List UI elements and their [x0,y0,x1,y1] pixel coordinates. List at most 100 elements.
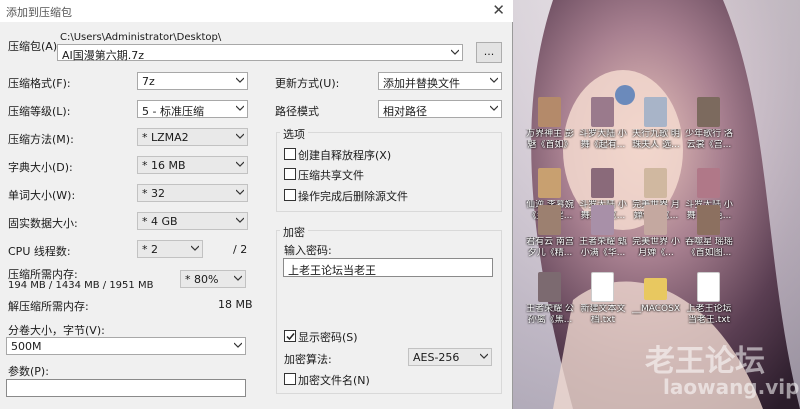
desktop-icon-label: 王者荣耀 甄 [579,237,627,247]
desktop-icon[interactable]: 斗罗大陆 小 舞《起有... [578,97,628,159]
desktop-icon[interactable]: 吞噬星 瑶瑶 《首如图... [684,205,734,267]
file-thumbnail-icon [538,97,561,127]
file-thumbnail-icon [697,97,720,127]
encryption-method-combo[interactable]: AES-256 [408,348,492,366]
desktop-icon-label: 万界神主 彭 [526,129,574,139]
path-mode-label: 路径模式 [275,105,319,118]
dict-value: * 16 MB [142,159,186,172]
option-checkbox-sfx[interactable] [284,148,296,160]
watermark-url: laowang.vip [663,375,800,399]
chevron-down-icon [451,49,459,56]
threads-max: / 2 [233,243,248,256]
dialog-title: 添加到压缩包 [6,6,72,19]
desktop-icon-label: 档.txt [590,315,616,325]
chevron-down-icon [490,77,498,84]
desktop-icon-label: 珠夫人 选... [632,140,680,150]
threads-combo[interactable]: * 2 [137,240,203,258]
decomp-memory-label: 解压缩所需内存: [8,300,89,313]
memory-percent-combo[interactable]: * 80% [180,270,246,288]
update-mode-combo[interactable]: 添加并替换文件 [378,72,502,90]
level-combo[interactable]: 5 - 标准压缩 [137,100,248,118]
file-thumbnail-icon [697,205,720,235]
desktop-icon[interactable]: 王者荣耀 甄 小满《华... [578,205,628,267]
encrypt-names-checkbox[interactable] [284,373,296,385]
desktop-icon[interactable]: 万界神主 彭 魅《首如》 [525,97,575,159]
title-bar: 添加到压缩包 ✕ [0,0,513,22]
chevron-down-icon [236,217,244,224]
method-label: 压缩方法(M): [8,133,74,146]
solid-value: * 4 GB [142,215,178,228]
password-value: 上老王论坛当老王 [288,264,376,277]
desktop-icon-label: 上老王论坛 [686,304,732,314]
desktop-icon-label: 斗罗大陆 小 [579,129,627,139]
dict-combo[interactable]: * 16 MB [137,156,248,174]
level-value: 5 - 标准压缩 [142,105,204,118]
file-thumbnail-icon [538,205,561,235]
chevron-down-icon [480,353,488,360]
desktop-icon[interactable]: 天行九歌 明 珠夫人 选... [631,97,681,159]
option-label-sfx: 创建自释放程序(X) [298,149,392,162]
method-combo[interactable]: * LZMA2 [137,128,248,146]
method-value: * LZMA2 [142,131,189,144]
memory-values: 194 MB / 1434 MB / 1951 MB [8,280,154,291]
text-file-icon [697,272,720,302]
show-password-checkbox[interactable] [284,330,296,342]
volume-combo[interactable]: 500M [6,337,246,355]
desktop-icon-label: 魅《首如》 [527,140,573,150]
chevron-down-icon [236,105,244,112]
password-input[interactable]: 上老王论坛当老王 [283,258,493,277]
archive-label: 压缩包(A) [8,40,58,53]
threads-label: CPU 线程数: [8,245,71,258]
params-input[interactable] [6,379,246,397]
desktop-icon[interactable]: 君有云 南宫 夕儿《精... [525,205,575,267]
format-combo[interactable]: 7z [137,72,248,90]
format-value: 7z [142,75,155,88]
folder-icon [644,278,667,300]
desktop-icon[interactable]: 王者荣耀 公 孙离《黑... [525,272,575,334]
path-mode-value: 相对路径 [383,105,427,118]
desktop-icon[interactable]: 完美世界 小 月婵《... [631,205,681,267]
desktop-icon[interactable]: 新建文本文 档.txt [578,272,628,334]
desktop-icon-label: 月婵《... [638,248,674,258]
password-label: 输入密码: [284,244,332,257]
chevron-down-icon [234,342,242,349]
solid-combo[interactable]: * 4 GB [137,212,248,230]
desktop-icon-label: 夕儿《精... [527,248,573,258]
volume-label: 分卷大小，字节(V): [8,324,105,337]
format-label: 压缩格式(F): [8,77,71,90]
option-checkbox-delete[interactable] [284,189,296,201]
file-thumbnail-icon [644,205,667,235]
desktop-icon[interactable]: 少年歌行 洛 云裳《宫... [684,97,734,159]
path-mode-combo[interactable]: 相对路径 [378,100,502,118]
archive-name-combo[interactable]: AI国漫第六期.7z [57,44,463,62]
desktop-icon-label: 完美世界 小 [632,237,680,247]
level-label: 压缩等级(L): [8,105,71,118]
desktop-icon-label: 吞噬星 瑶瑶 [685,237,733,247]
options-title: 选项 [280,126,308,142]
file-thumbnail-icon [538,272,561,302]
desktop-icon-label: 王者荣耀 公 [526,304,574,314]
desktop-icon-label: 《首如图... [686,248,732,258]
desktop-icon-label: __MACOSX [631,304,680,314]
word-value: * 32 [142,187,165,200]
desktop-icon-label: 云裳《宫... [686,140,732,150]
file-thumbnail-icon [644,97,667,127]
file-thumbnail-icon [644,168,667,198]
option-checkbox-shared[interactable] [284,168,296,180]
option-label-shared: 压缩共享文件 [298,169,364,182]
encrypt-names-label: 加密文件名(N) [298,374,370,387]
desktop-icon[interactable]: 上老王论坛 当老王.txt [684,272,734,334]
word-combo[interactable]: * 32 [137,184,248,202]
file-thumbnail-icon [697,168,720,198]
encryption-method-label: 加密算法: [284,353,332,366]
checkmark-icon [286,333,295,341]
add-to-archive-dialog: 添加到压缩包 ✕ 压缩包(A) C:\Users\Administrator\D… [0,0,513,409]
browse-button[interactable]: ... [476,42,502,63]
chevron-down-icon [234,275,242,282]
close-icon[interactable]: ✕ [492,1,505,19]
text-file-icon [591,272,614,302]
encryption-title: 加密 [280,224,308,240]
memory-percent-value: * 80% [185,273,219,286]
threads-value: * 2 [142,243,158,256]
desktop-icon[interactable]: __MACOSX [631,272,681,334]
